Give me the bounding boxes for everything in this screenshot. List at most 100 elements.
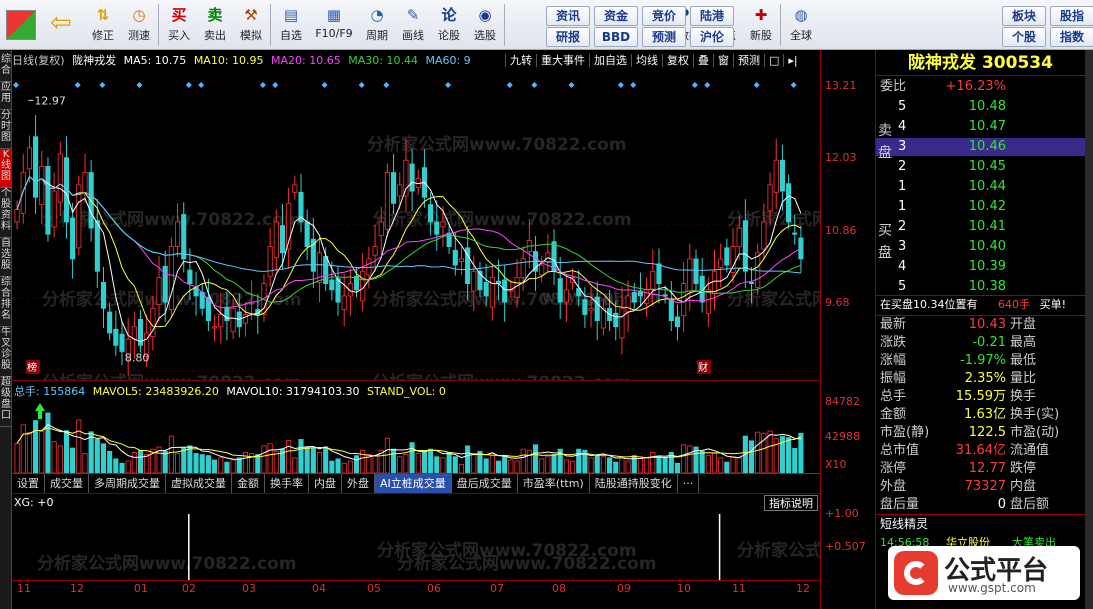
header-tool-1[interactable]: 重大事件 — [536, 54, 589, 67]
period-mode[interactable]: 日线(复权) — [12, 54, 65, 67]
candle-body — [174, 221, 181, 247]
sell-level: 3 — [898, 139, 907, 154]
pill-4[interactable]: 研报 — [546, 27, 590, 47]
header-tool-5[interactable]: 叠 — [693, 54, 713, 67]
toolbar-buy-button[interactable]: 买买入 — [162, 2, 196, 48]
pill-2[interactable]: 竞价 — [642, 6, 686, 26]
indicator-tab-4[interactable]: 金额 — [232, 474, 265, 493]
xg-pane[interactable]: XG: +0 指标说明 分析家公式网www.70822.com 分析家公式网www… — [12, 493, 997, 580]
field-label: 金额 — [880, 407, 907, 422]
toolbar-stopwatch-button[interactable]: ◷ 测速 — [122, 2, 156, 48]
header-tool-7[interactable]: 预测 — [733, 54, 764, 67]
vtab-6[interactable]: 综合排名 — [0, 277, 12, 327]
month-label: 09 — [617, 582, 631, 595]
header-tool-8[interactable]: □ — [764, 54, 784, 67]
toolbar-pen-button[interactable]: ✎ 画线 — [396, 2, 430, 48]
toolbar-globe-button[interactable]: ◍ 全球 — [784, 2, 818, 48]
indicator-tab-9[interactable]: 盘后成交量 — [452, 474, 518, 493]
indicator-tab-10[interactable]: 市盈率(ttm) — [518, 474, 590, 493]
indicator-tab-8[interactable]: AI立桩成交量 — [375, 474, 452, 493]
candle-body — [656, 263, 662, 285]
pill-8[interactable]: 板块 — [1002, 6, 1046, 26]
volume-bar — [33, 420, 39, 474]
pill-0[interactable]: 资讯 — [546, 6, 590, 26]
pill-11[interactable]: 指数 — [1050, 27, 1093, 47]
toolbar-discuss-button[interactable]: 论论股 — [432, 2, 466, 48]
indicator-tab-11[interactable]: 陆股通持股变化 — [590, 474, 678, 493]
toolbar-up-down-arrows-button[interactable]: ⇅ 修正 — [86, 2, 120, 48]
back-arrow-icon[interactable]: ⇦ — [50, 10, 78, 38]
volume-bar — [100, 443, 107, 474]
right-scrollbar[interactable] — [1085, 50, 1093, 609]
volume-pane[interactable]: 总手: 155864 MAVOL5: 23483926.20 MAVOL10: … — [12, 380, 820, 474]
vtab-4[interactable]: 个股资料 — [0, 188, 12, 238]
buy-level: 2 — [898, 219, 907, 234]
signal-diamond — [617, 82, 624, 88]
field-label-right: 市盈(动) — [1010, 425, 1060, 440]
pill-1[interactable]: 资金 — [594, 6, 638, 26]
toolbar-label: 新股 — [750, 29, 772, 42]
vtab-1[interactable]: 应用 — [0, 82, 12, 110]
event-badge-text: 财 — [698, 361, 708, 374]
toolbar-new-stock-button[interactable]: ✚ 新股 — [744, 2, 778, 48]
indicator-help-button[interactable]: 指标说明 — [764, 495, 818, 511]
toolbar-gavel-button[interactable]: ⚒ 模拟 — [234, 2, 268, 48]
pill-10[interactable]: 个股 — [1002, 27, 1046, 47]
volume-bar — [267, 443, 273, 474]
volume-bar — [187, 445, 193, 474]
indicator-tab-3[interactable]: 虚拟成交量 — [166, 474, 232, 493]
buy-level-row: 1 10.42 — [876, 198, 1086, 216]
month-label: 11 — [732, 582, 746, 595]
pill-9[interactable]: 股指 — [1050, 6, 1093, 26]
toolbar-clock-button[interactable]: ◔ 周期 — [360, 2, 394, 48]
toolbar-sell-button[interactable]: 卖卖出 — [198, 2, 232, 48]
volume-bar — [539, 458, 545, 474]
volume-bar — [14, 442, 20, 474]
vtab-3[interactable]: K线图 — [0, 149, 12, 188]
indicator-tab-6[interactable]: 内盘 — [309, 474, 342, 493]
header-tool-9[interactable]: ▸| — [783, 54, 802, 67]
month-label: 12 — [70, 582, 84, 595]
header-tool-6[interactable]: 窗 — [713, 54, 733, 67]
header-tool-4[interactable]: 复权 — [662, 54, 693, 67]
vtab-8[interactable]: 超级盘口 — [0, 377, 12, 427]
weibi-value: +16.23% — [945, 79, 1006, 94]
sell-price: 10.48 — [968, 99, 1006, 114]
price-pane[interactable]: 分析家公式网www.70822.com 分析家公式网www.70822.com 分析… — [12, 70, 987, 393]
position-row: 在买盘10.34位置有 640手 买单! — [876, 296, 1086, 314]
pill-7[interactable]: 沪伦 — [690, 27, 734, 47]
field-label-right: 最低 — [1010, 353, 1037, 368]
indicator-tab-12[interactable]: ··· — [678, 474, 700, 493]
toolbar-doc-button[interactable]: ▦ F10/F9 — [310, 2, 358, 48]
price-tick-label: 12.03 — [825, 151, 857, 165]
vtab-7[interactable]: 牛叉诊股 — [0, 327, 12, 377]
candle-body — [372, 246, 378, 256]
indicator-tab-1[interactable]: 成交量 — [45, 474, 89, 493]
indicator-tab-2[interactable]: 多周期成交量 — [89, 474, 166, 493]
volume-bar — [63, 430, 70, 474]
app-grid-icon[interactable] — [6, 10, 36, 40]
toolbar-folder-button[interactable]: ▤ 自选 — [274, 2, 308, 48]
vtab-2[interactable]: 分时图 — [0, 110, 12, 149]
candle-body — [557, 278, 563, 303]
header-tool-3[interactable]: 均线 — [631, 54, 662, 67]
month-label: 01 — [134, 582, 148, 595]
header-tool-0[interactable]: 九转 — [505, 54, 536, 67]
pill-3[interactable]: 陆港 — [690, 6, 734, 26]
indicator-tab-0[interactable]: 设置 — [12, 474, 45, 493]
toolbar-select-stock-button[interactable]: ◉ 选股 — [468, 2, 502, 48]
vtab-0[interactable]: 综合 — [0, 54, 12, 82]
buy-level: 1 — [898, 199, 907, 214]
indicator-tab-5[interactable]: 换手率 — [265, 474, 309, 493]
volume-bar — [674, 462, 681, 474]
xg-tick-label: +0.507 — [825, 540, 866, 553]
candle-body — [212, 326, 218, 329]
vtab-5[interactable]: 自选股 — [0, 238, 12, 277]
toolbar-separator — [270, 4, 271, 46]
pill-5[interactable]: BBD — [594, 27, 638, 47]
header-tool-2[interactable]: 加自选 — [589, 54, 631, 67]
pill-6[interactable]: 预测 — [642, 27, 686, 47]
indicator-tab-7[interactable]: 外盘 — [342, 474, 375, 493]
buy-price: 10.40 — [968, 239, 1006, 254]
sell-level-row: 5 10.48 — [876, 98, 1086, 116]
